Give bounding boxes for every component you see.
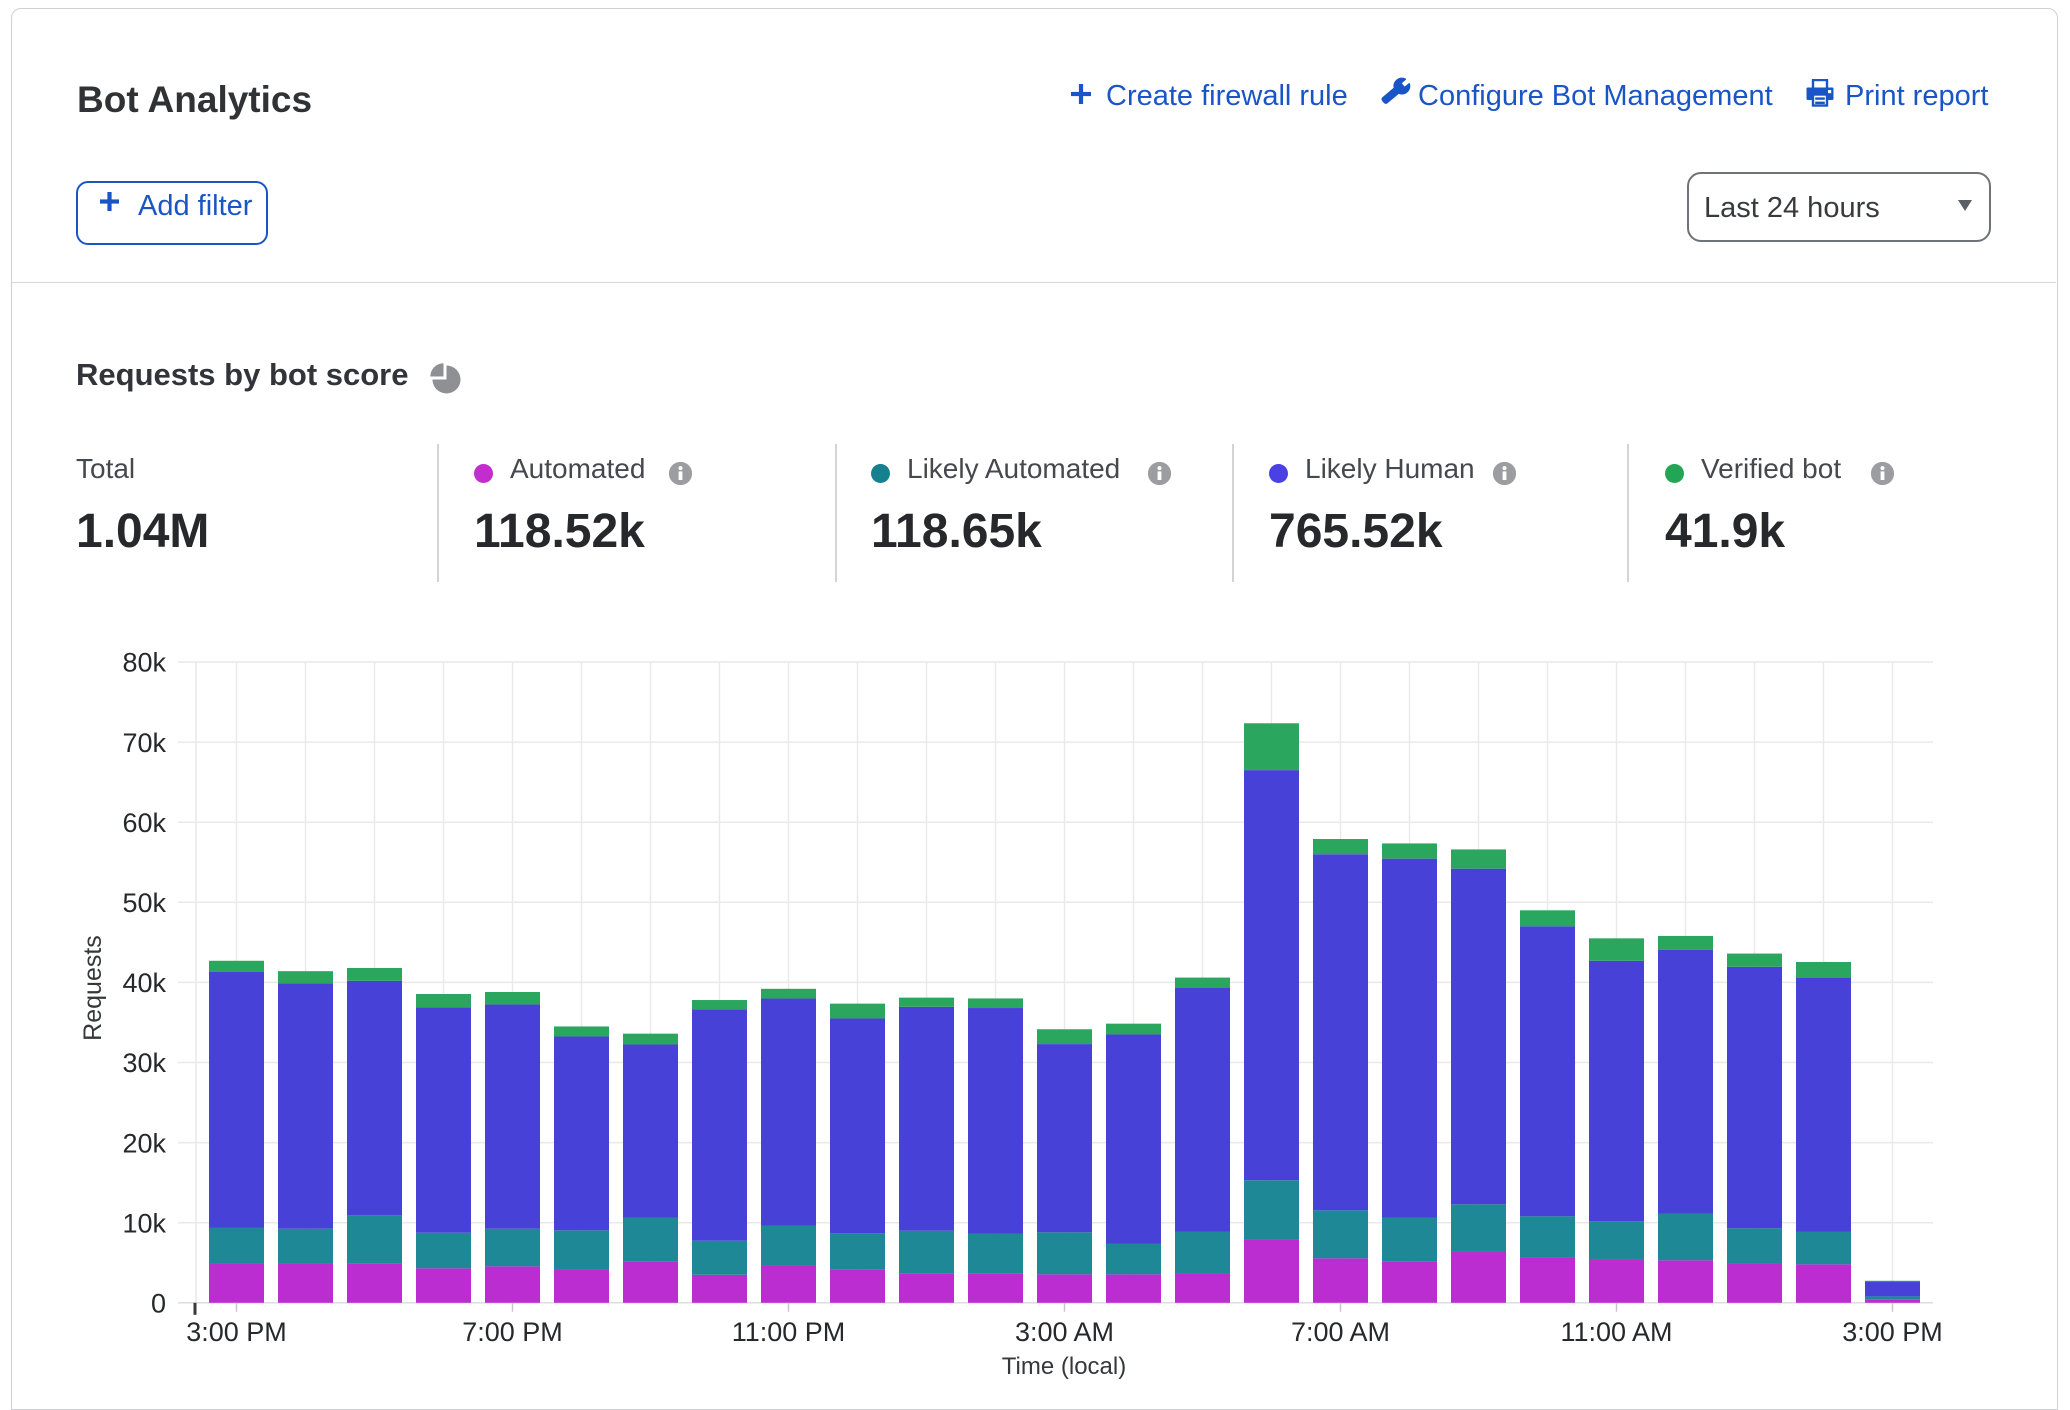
- svg-text:3:00 PM: 3:00 PM: [186, 1317, 287, 1347]
- svg-text:Time (local): Time (local): [1002, 1353, 1126, 1380]
- svg-text:70k: 70k: [122, 728, 166, 758]
- svg-text:11:00 AM: 11:00 AM: [1560, 1317, 1672, 1347]
- svg-text:3:00 PM: 3:00 PM: [1842, 1317, 1943, 1347]
- svg-text:30k: 30k: [122, 1048, 166, 1078]
- svg-text:50k: 50k: [122, 888, 166, 918]
- svg-text:10k: 10k: [122, 1208, 166, 1238]
- svg-text:7:00 PM: 7:00 PM: [462, 1317, 563, 1347]
- svg-text:7:00 AM: 7:00 AM: [1291, 1317, 1390, 1347]
- svg-text:80k: 80k: [122, 648, 166, 678]
- svg-text:20k: 20k: [122, 1128, 166, 1158]
- svg-text:11:00 PM: 11:00 PM: [732, 1317, 846, 1347]
- svg-text:3:00 AM: 3:00 AM: [1015, 1317, 1114, 1347]
- svg-text:0: 0: [151, 1289, 166, 1319]
- svg-text:40k: 40k: [122, 968, 166, 998]
- svg-text:60k: 60k: [122, 808, 166, 838]
- svg-text:Requests: Requests: [79, 935, 107, 1041]
